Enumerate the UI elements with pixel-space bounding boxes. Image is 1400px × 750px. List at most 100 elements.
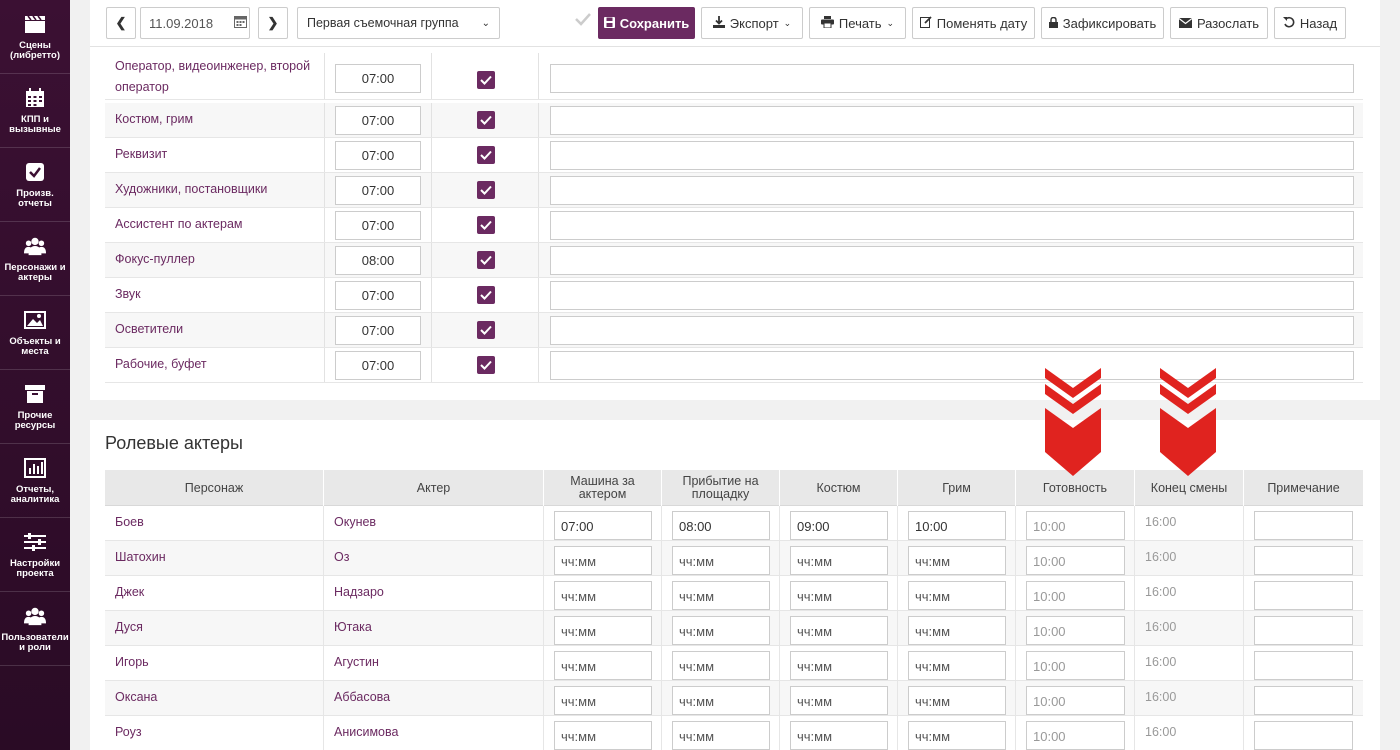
car-time-input[interactable]: чч:мм — [554, 651, 652, 680]
table-row: Реквизит 07:00 — [105, 138, 1363, 173]
arrival-time-input[interactable]: чч:мм — [672, 546, 770, 575]
car-time-input[interactable]: чч:мм — [554, 546, 652, 575]
sidebar-item-users[interactable]: Пользователи и роли — [0, 592, 70, 666]
sidebar-item-settings[interactable]: Настройки проекта — [0, 518, 70, 592]
ready-time-input[interactable]: 10:00 — [1026, 511, 1125, 540]
checkbox-checked-icon[interactable] — [477, 251, 495, 269]
note-input[interactable] — [1254, 616, 1353, 645]
note-cell — [1244, 576, 1363, 611]
ready-time-input[interactable]: 10:00 — [1026, 651, 1125, 680]
note-input[interactable] — [1254, 581, 1353, 610]
ready-time-input[interactable]: 10:00 — [1026, 616, 1125, 645]
next-date-button[interactable]: ❯ — [258, 7, 288, 39]
time-input[interactable]: 07:00 — [335, 64, 421, 93]
car-time-input[interactable]: чч:мм — [554, 616, 652, 645]
ready-time-input[interactable]: 10:00 — [1026, 546, 1125, 575]
lock-button[interactable]: Зафиксировать — [1041, 7, 1164, 39]
makeup-time-input[interactable]: 10:00 — [908, 511, 1006, 540]
sidebar-item-analytics[interactable]: Отчеты, аналитика — [0, 444, 70, 518]
note-input[interactable] — [550, 141, 1354, 170]
makeup-time-input[interactable]: чч:мм — [908, 616, 1006, 645]
column-header[interactable]: Прибытие на площадку — [662, 470, 780, 506]
ready-time-input[interactable]: 10:00 — [1026, 721, 1125, 750]
note-input[interactable] — [550, 246, 1354, 275]
checkbox-checked-icon[interactable] — [477, 356, 495, 374]
note-input[interactable] — [550, 64, 1354, 93]
note-input[interactable] — [1254, 511, 1353, 540]
arrival-time-input[interactable]: 08:00 — [672, 511, 770, 540]
makeup-time-input[interactable]: чч:мм — [908, 686, 1006, 715]
costume-time-input[interactable]: чч:мм — [790, 651, 888, 680]
costume-time-input[interactable]: 09:00 — [790, 511, 888, 540]
time-input[interactable]: 07:00 — [335, 211, 421, 240]
back-button[interactable]: Назад — [1274, 7, 1346, 39]
car-time-input[interactable]: 07:00 — [554, 511, 652, 540]
print-button[interactable]: Печать ⌄ — [809, 7, 906, 39]
costume-time-input[interactable]: чч:мм — [790, 581, 888, 610]
note-input[interactable] — [1254, 686, 1353, 715]
makeup-time-input[interactable]: чч:мм — [908, 581, 1006, 610]
column-header[interactable]: Примечание — [1244, 470, 1363, 506]
checkbox-checked-icon[interactable] — [477, 181, 495, 199]
time-input[interactable]: 07:00 — [335, 176, 421, 205]
group-select[interactable]: Первая съемочная группа ⌄ — [297, 7, 500, 39]
ready-time-cell: 10:00 — [1016, 646, 1135, 681]
costume-time-input[interactable]: чч:мм — [790, 721, 888, 750]
date-picker[interactable] — [140, 7, 250, 39]
note-input[interactable] — [550, 281, 1354, 310]
send-button[interactable]: Разослать — [1170, 7, 1268, 39]
arrival-time-input[interactable]: чч:мм — [672, 581, 770, 610]
ready-time-input[interactable]: 10:00 — [1026, 686, 1125, 715]
car-time-input[interactable]: чч:мм — [554, 721, 652, 750]
checkbox-checked-icon[interactable] — [477, 216, 495, 234]
makeup-time-input[interactable]: чч:мм — [908, 651, 1006, 680]
costume-time-input[interactable]: чч:мм — [790, 546, 888, 575]
note-input[interactable] — [550, 351, 1354, 380]
note-input[interactable] — [550, 106, 1354, 135]
arrival-time-input[interactable]: чч:мм — [672, 616, 770, 645]
note-input[interactable] — [550, 316, 1354, 345]
ready-time-input[interactable]: 10:00 — [1026, 581, 1125, 610]
sidebar-item-reports[interactable]: Произв. отчеты — [0, 148, 70, 222]
time-input[interactable]: 07:00 — [335, 141, 421, 170]
checkbox-checked-icon[interactable] — [477, 321, 495, 339]
time-input[interactable]: 08:00 — [335, 246, 421, 275]
note-input[interactable] — [550, 211, 1354, 240]
costume-time-input[interactable]: чч:мм — [790, 686, 888, 715]
column-header[interactable]: Машина за актером — [544, 470, 662, 506]
time-input[interactable]: 07:00 — [335, 106, 421, 135]
time-input[interactable]: 07:00 — [335, 316, 421, 345]
note-input[interactable] — [550, 176, 1354, 205]
column-header[interactable]: Персонаж — [105, 470, 324, 506]
column-header[interactable]: Актер — [324, 470, 544, 506]
time-input[interactable]: 07:00 — [335, 351, 421, 380]
checkbox-checked-icon[interactable] — [477, 111, 495, 129]
checkbox-checked-icon[interactable] — [477, 146, 495, 164]
note-input[interactable] — [1254, 546, 1353, 575]
column-header[interactable]: Костюм — [780, 470, 898, 506]
time-input[interactable]: 07:00 — [335, 281, 421, 310]
note-input[interactable] — [1254, 721, 1353, 750]
sidebar-item-scenes[interactable]: Сцены (либретто) — [0, 0, 70, 74]
arrival-time-input[interactable]: чч:мм — [672, 651, 770, 680]
arrival-time-input[interactable]: чч:мм — [672, 686, 770, 715]
sidebar-item-resources[interactable]: Прочие ресурсы — [0, 370, 70, 444]
prev-date-button[interactable]: ❮ — [106, 7, 136, 39]
save-button[interactable]: Сохранить — [598, 7, 695, 39]
makeup-time-input[interactable]: чч:мм — [908, 721, 1006, 750]
date-input[interactable] — [149, 15, 229, 31]
change-date-button[interactable]: Поменять дату — [912, 7, 1035, 39]
checkbox-checked-icon[interactable] — [477, 286, 495, 304]
makeup-time-input[interactable]: чч:мм — [908, 546, 1006, 575]
sidebar-item-objects[interactable]: Объекты и места — [0, 296, 70, 370]
column-header[interactable]: Грим — [898, 470, 1016, 506]
checkbox-checked-icon[interactable] — [477, 71, 495, 89]
car-time-input[interactable]: чч:мм — [554, 686, 652, 715]
export-button[interactable]: Экспорт ⌄ — [701, 7, 803, 39]
sidebar-item-characters[interactable]: Персонажи и актеры — [0, 222, 70, 296]
sidebar-item-kpp[interactable]: КПП и вызывные — [0, 74, 70, 148]
note-input[interactable] — [1254, 651, 1353, 680]
arrival-time-input[interactable]: чч:мм — [672, 721, 770, 750]
car-time-input[interactable]: чч:мм — [554, 581, 652, 610]
costume-time-input[interactable]: чч:мм — [790, 616, 888, 645]
